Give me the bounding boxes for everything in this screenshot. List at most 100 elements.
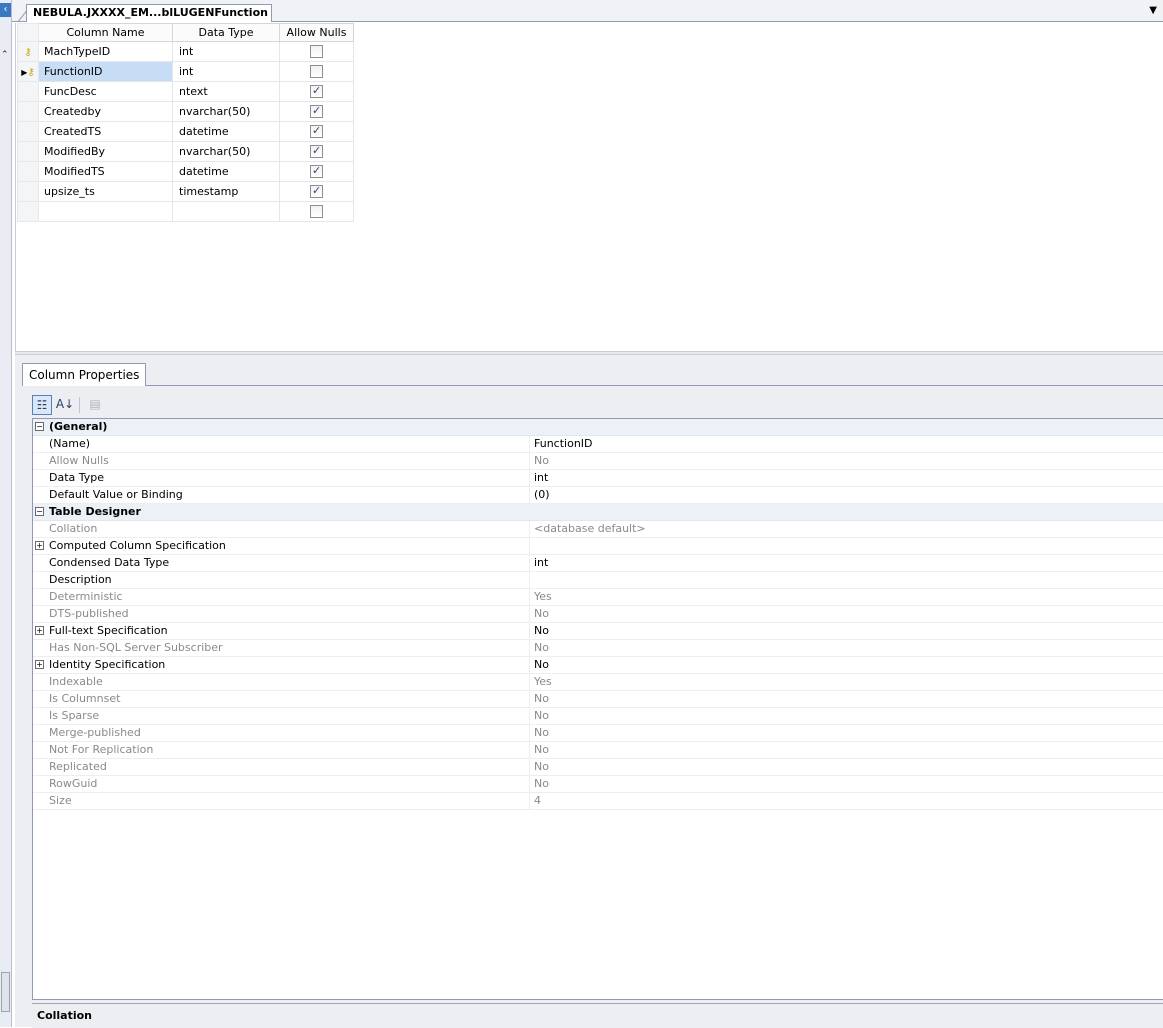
chevron-down-icon[interactable]: ▼	[1149, 5, 1157, 16]
property-value[interactable]: No	[531, 623, 549, 639]
data-type-cell[interactable]: nvarchar(50)	[172, 101, 280, 122]
data-type-cell[interactable]: int	[172, 61, 280, 82]
allow-nulls-cell	[279, 201, 354, 222]
property-row[interactable]: Allow Nulls No	[33, 453, 1163, 470]
row-selector[interactable]: ⚷	[17, 41, 39, 62]
allow-nulls-checkbox[interactable]	[310, 184, 323, 199]
data-type-cell[interactable]	[172, 201, 280, 222]
expand-icon[interactable]: +	[35, 541, 44, 550]
row-selector[interactable]	[17, 201, 39, 222]
table-row[interactable]: Createdby nvarchar(50)	[17, 101, 354, 122]
property-row[interactable]: Replicated No	[33, 759, 1163, 776]
collapse-icon[interactable]: −	[35, 422, 44, 431]
property-name: Default Value or Binding	[49, 487, 530, 503]
column-name-header: Column Name	[38, 23, 173, 42]
column-name-cell[interactable]: FunctionID	[38, 61, 173, 82]
allow-nulls-checkbox[interactable]	[310, 124, 323, 139]
property-row[interactable]: Default Value or Binding (0)	[33, 487, 1163, 504]
data-type-cell[interactable]: datetime	[172, 161, 280, 182]
property-row[interactable]: DTS-published No	[33, 606, 1163, 623]
property-value[interactable]: int	[531, 555, 548, 571]
property-value[interactable]: FunctionID	[531, 436, 593, 452]
property-pages-icon[interactable]: ▤	[85, 395, 105, 415]
allow-nulls-checkbox[interactable]	[310, 144, 323, 159]
collapse-icon[interactable]: −	[35, 507, 44, 516]
property-category[interactable]: − (General)	[33, 419, 1163, 436]
property-name: Replicated	[49, 759, 530, 775]
property-category[interactable]: − Table Designer	[33, 504, 1163, 521]
row-selector[interactable]	[17, 81, 39, 102]
allow-nulls-checkbox[interactable]	[310, 65, 323, 79]
property-value[interactable]: int	[531, 470, 548, 486]
property-row[interactable]: Indexable Yes	[33, 674, 1163, 691]
allow-nulls-checkbox[interactable]	[310, 205, 323, 219]
property-row[interactable]: Data Type int	[33, 470, 1163, 487]
scroll-grip[interactable]	[1, 972, 10, 1012]
table-row[interactable]: ModifiedTS datetime	[17, 161, 354, 182]
allow-nulls-cell	[279, 121, 354, 142]
property-name: Size	[49, 793, 530, 809]
row-selector[interactable]	[17, 101, 39, 122]
property-name: Description	[49, 572, 530, 588]
property-row[interactable]: + Identity Specification No	[33, 657, 1163, 674]
row-selector[interactable]	[17, 181, 39, 202]
property-name: RowGuid	[49, 776, 530, 792]
table-row[interactable]	[17, 201, 354, 222]
row-selector[interactable]	[17, 121, 39, 142]
property-row[interactable]: Merge-published No	[33, 725, 1163, 742]
categorized-icon[interactable]: ☷	[32, 395, 52, 415]
collapse-arrow-icon[interactable]: ‹	[0, 3, 11, 17]
property-row[interactable]: (Name) FunctionID	[33, 436, 1163, 453]
property-row[interactable]: Not For Replication No	[33, 742, 1163, 759]
table-row[interactable]: ModifiedBy nvarchar(50)	[17, 141, 354, 162]
property-row[interactable]: Description	[33, 572, 1163, 589]
document-tab[interactable]: NEBULA.JXXXX_EM...blLUGENFunction	[26, 4, 272, 22]
small-arrow-icon: ⌃	[1, 50, 9, 60]
property-row[interactable]: Size 4	[33, 793, 1163, 810]
property-value[interactable]: No	[531, 657, 549, 673]
sort-az-icon[interactable]: A↓	[55, 395, 75, 415]
property-row[interactable]: RowGuid No	[33, 776, 1163, 793]
property-row[interactable]: Collation <database default>	[33, 521, 1163, 538]
allow-nulls-checkbox[interactable]	[310, 104, 323, 119]
property-row[interactable]: Is Sparse No	[33, 708, 1163, 725]
allow-nulls-checkbox[interactable]	[310, 164, 323, 179]
allow-nulls-checkbox[interactable]	[310, 84, 323, 99]
row-selector[interactable]	[17, 141, 39, 162]
data-type-cell[interactable]: ntext	[172, 81, 280, 102]
column-name-cell[interactable]	[38, 201, 173, 222]
property-row[interactable]: + Full-text Specification No	[33, 623, 1163, 640]
property-value: Yes	[534, 590, 552, 603]
tab-column-properties[interactable]: Column Properties	[22, 363, 147, 386]
column-name-cell[interactable]: CreatedTS	[38, 121, 173, 142]
expand-icon[interactable]: +	[35, 626, 44, 635]
data-type-cell[interactable]: nvarchar(50)	[172, 141, 280, 162]
allow-nulls-checkbox[interactable]	[310, 45, 323, 59]
property-row[interactable]: + Computed Column Specification	[33, 538, 1163, 555]
column-name-cell[interactable]: ModifiedTS	[38, 161, 173, 182]
property-value[interactable]: (0)	[531, 487, 550, 503]
property-row[interactable]: Is Columnset No	[33, 691, 1163, 708]
data-type-cell[interactable]: timestamp	[172, 181, 280, 202]
property-row[interactable]: Condensed Data Type int	[33, 555, 1163, 572]
column-name-cell[interactable]: Createdby	[38, 101, 173, 122]
column-name-cell[interactable]: FuncDesc	[38, 81, 173, 102]
property-row[interactable]: Deterministic Yes	[33, 589, 1163, 606]
table-row[interactable]: ▶⚷ FunctionID int	[17, 61, 354, 82]
description-pane: Collation	[32, 1003, 1163, 1028]
data-type-cell[interactable]: int	[172, 41, 280, 62]
column-name-cell[interactable]: MachTypeID	[38, 41, 173, 62]
property-row[interactable]: Has Non-SQL Server Subscriber No	[33, 640, 1163, 657]
column-name-cell[interactable]: ModifiedBy	[38, 141, 173, 162]
property-value: No	[534, 692, 549, 705]
row-selector[interactable]: ▶⚷	[17, 61, 39, 82]
expand-icon[interactable]: +	[35, 660, 44, 669]
table-row[interactable]: FuncDesc ntext	[17, 81, 354, 102]
table-row[interactable]: ⚷ MachTypeID int	[17, 41, 354, 62]
table-row[interactable]: upsize_ts timestamp	[17, 181, 354, 202]
primary-key-icon: ⚷	[24, 47, 32, 58]
column-name-cell[interactable]: upsize_ts	[38, 181, 173, 202]
data-type-cell[interactable]: datetime	[172, 121, 280, 142]
row-selector[interactable]	[17, 161, 39, 182]
table-row[interactable]: CreatedTS datetime	[17, 121, 354, 142]
